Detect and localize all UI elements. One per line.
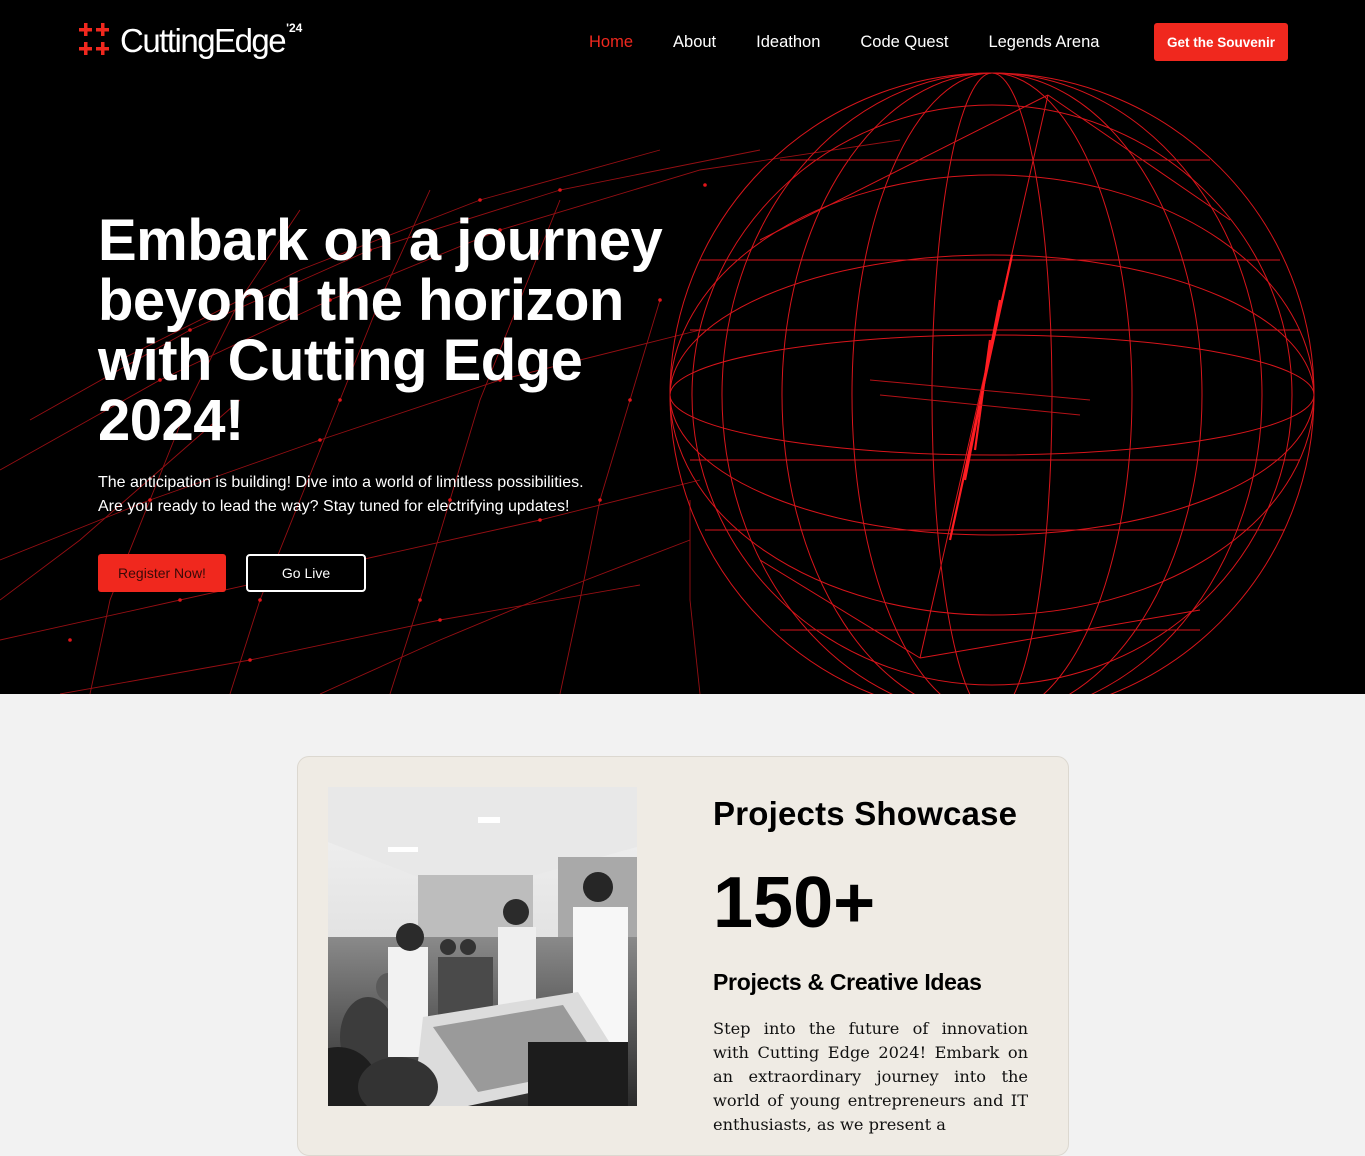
nav-link-ideathon[interactable]: Ideathon	[756, 30, 820, 54]
showcase-photo	[328, 787, 637, 1106]
projects-showcase-card: Projects Showcase 150+ Projects & Creati…	[297, 756, 1069, 1156]
showcase-subtitle: Projects & Creative Ideas	[713, 969, 982, 995]
register-now-button[interactable]: Register Now!	[98, 554, 226, 592]
go-live-button[interactable]: Go Live	[246, 554, 366, 592]
nav-link-home[interactable]: Home	[589, 30, 633, 54]
main-nav: Home About Ideathon Code Quest Legends A…	[589, 30, 1139, 54]
projects-count: 150+	[713, 863, 876, 943]
showcase-description: Step into the future of innovation with …	[713, 1019, 1028, 1134]
get-souvenir-button[interactable]: Get the Souvenir	[1154, 23, 1288, 61]
hero-subtitle-line-2: Are you ready to lead the way? Stay tune…	[98, 498, 570, 515]
site-logo[interactable]: CuttingEdge '24	[78, 20, 338, 64]
nav-link-legends-arena[interactable]: Legends Arena	[988, 30, 1099, 54]
nav-link-about[interactable]: About	[673, 30, 716, 54]
nav-link-code-quest[interactable]: Code Quest	[860, 30, 948, 54]
top-navbar: CuttingEdge '24 Home About Ideathon Code…	[0, 0, 1365, 84]
grid-hash-icon	[79, 23, 109, 55]
hero-subtitle-line-1: The anticipation is building! Dive into …	[98, 474, 584, 491]
hero-section: CuttingEdge '24 Home About Ideathon Code…	[0, 0, 1365, 694]
logo-text: CuttingEdge	[120, 22, 287, 59]
hero-title: Embark on a journey beyond the horizon w…	[98, 208, 663, 453]
logo-year: '24	[286, 21, 303, 35]
hero-subtitle: The anticipation is building! Dive into …	[98, 471, 638, 519]
showcase-title: Projects Showcase	[713, 795, 1018, 832]
